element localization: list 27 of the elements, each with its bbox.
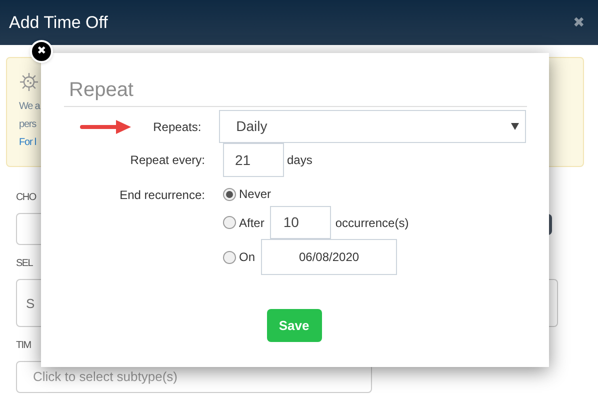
radio-button[interactable]: [223, 250, 236, 264]
virus-icon: [19, 72, 39, 92]
radio-label: Never: [239, 186, 272, 203]
notice-text: We a: [19, 100, 40, 114]
radio-button[interactable]: [223, 188, 236, 200]
field-label: TIM: [16, 339, 31, 353]
notice-text: pers: [19, 118, 36, 132]
field-label: SEL: [16, 257, 33, 271]
arrow-icon: [80, 120, 132, 134]
occurrence-input[interactable]: 10: [270, 206, 332, 239]
field-label: End recurrence:: [118, 187, 205, 204]
field-label: Repeat every:: [129, 152, 205, 169]
radio-label: After: [239, 214, 264, 232]
field-label: Repeats:: [152, 118, 202, 136]
unit-label: occurrence(s): [335, 214, 409, 232]
caret-icon: [511, 123, 519, 130]
date-input[interactable]: 06/08/2020: [261, 239, 398, 275]
radio-button[interactable]: [223, 216, 236, 229]
close-button[interactable]: ✖: [573, 12, 585, 33]
window-title: Add Time Off: [9, 12, 108, 34]
repeats-select[interactable]: Daily: [219, 110, 526, 143]
field-label: CHO: [16, 191, 36, 205]
radio-label: On: [239, 249, 256, 266]
dialog-title: Repeat: [64, 75, 527, 107]
repeat-every-input[interactable]: 21: [223, 143, 284, 177]
info-link[interactable]: For l: [19, 134, 36, 152]
unit-label: days: [287, 152, 312, 169]
